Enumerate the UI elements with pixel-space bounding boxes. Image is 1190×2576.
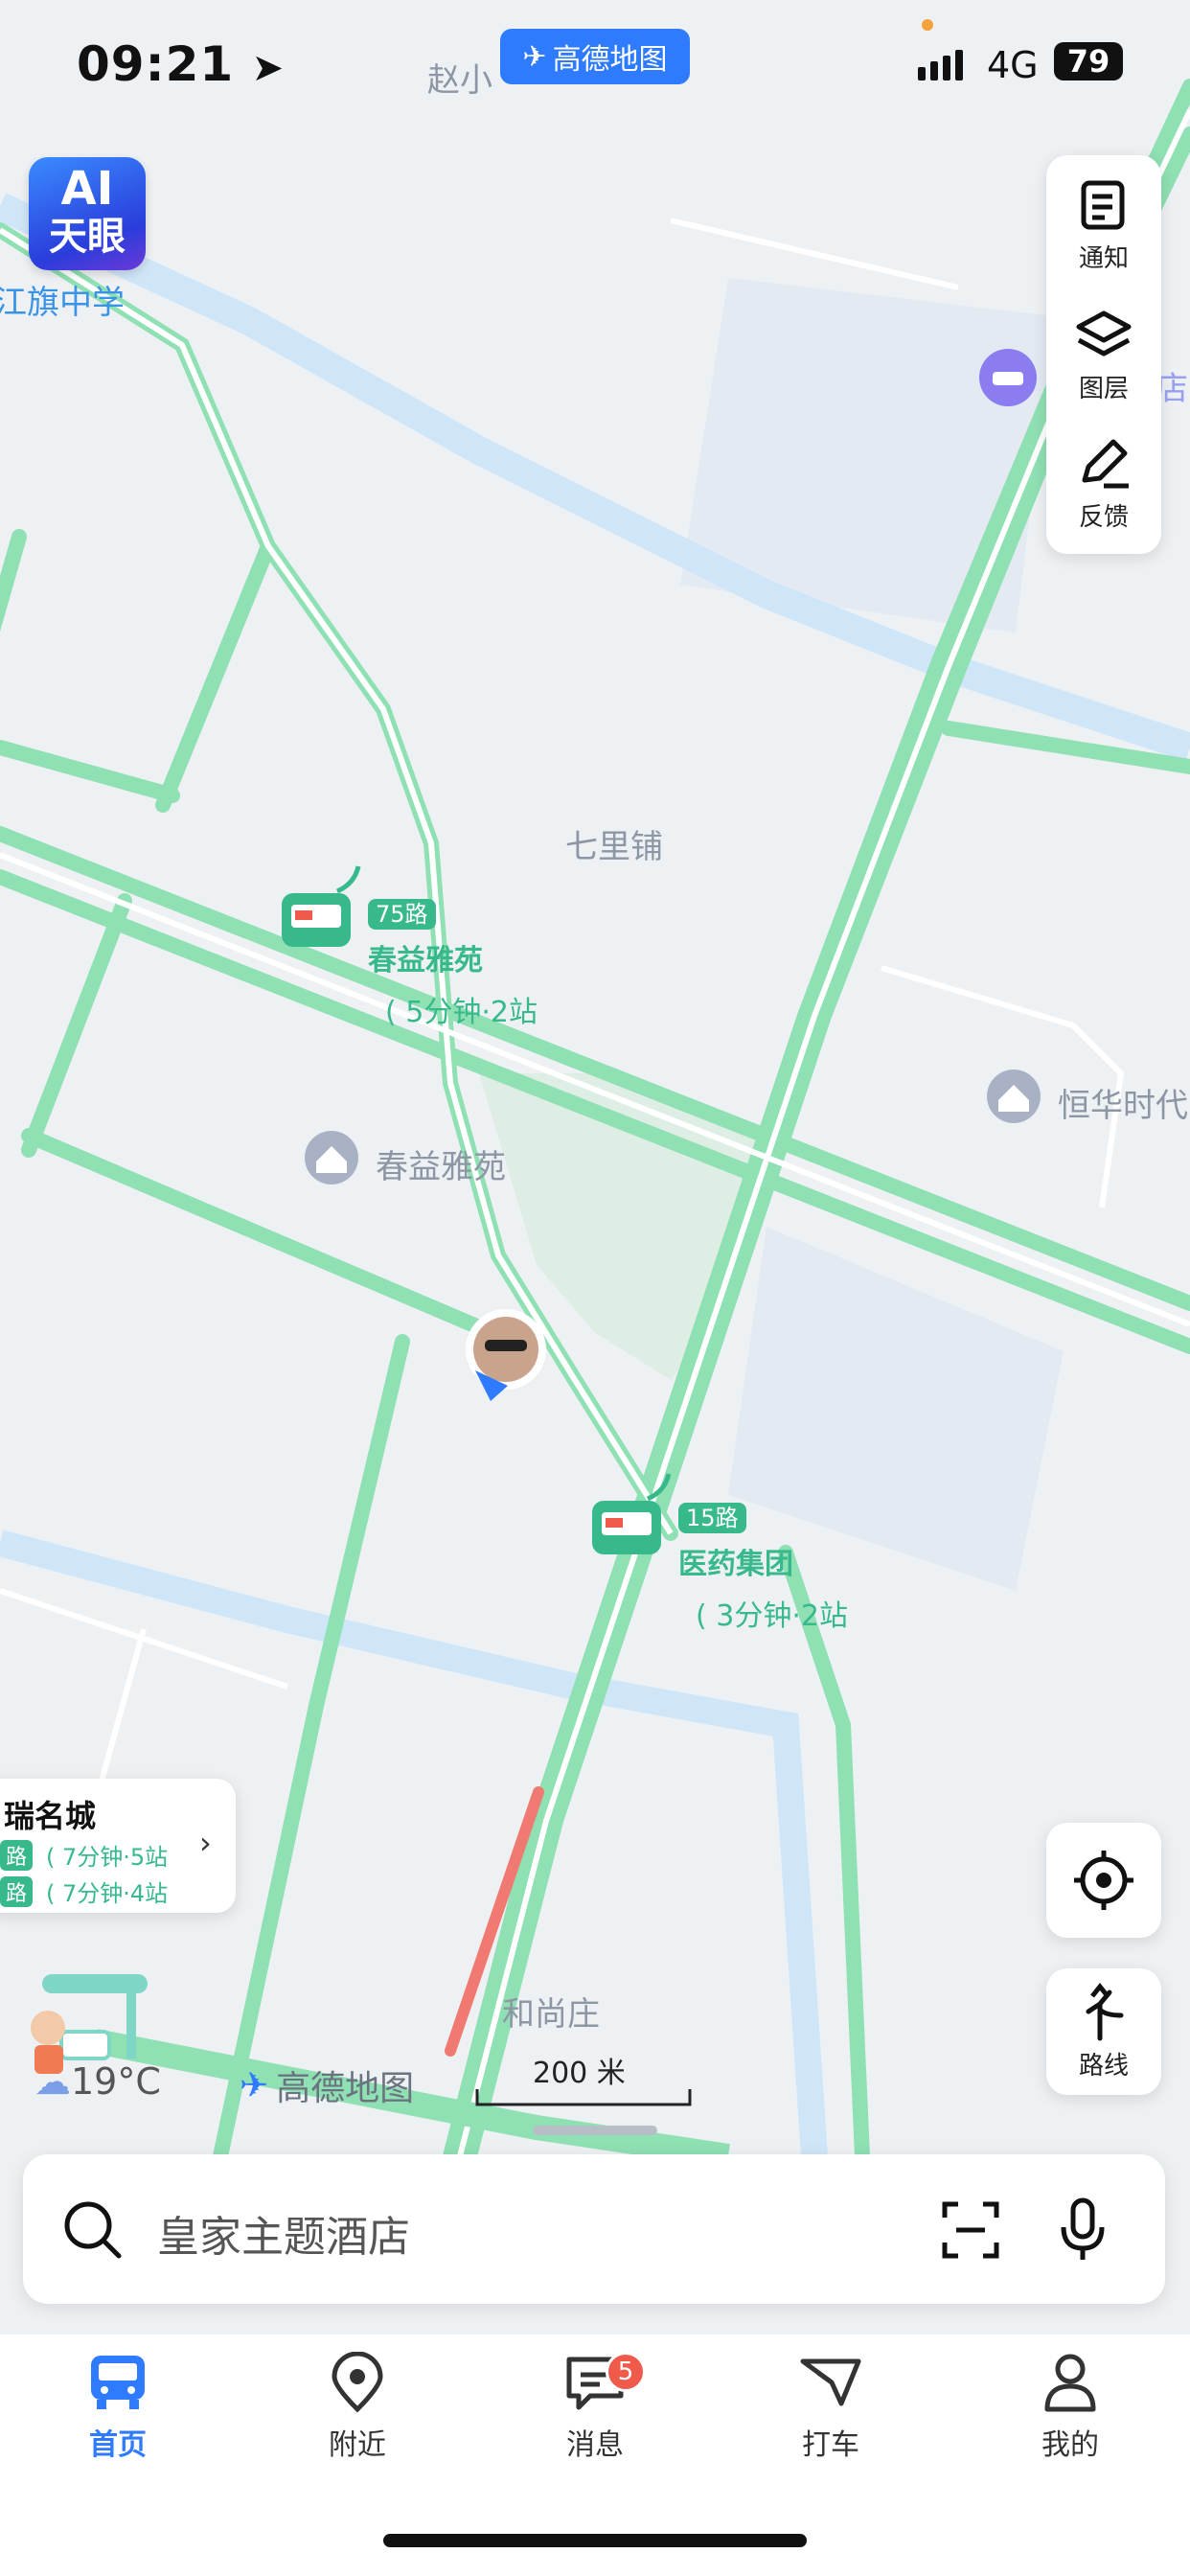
layers-button[interactable]: 图层 (1046, 291, 1161, 420)
bus-eta: ( 5分钟·2站 (385, 996, 538, 1029)
notice-button[interactable]: 通知 (1046, 161, 1161, 289)
route-label: 路线 (1078, 2051, 1129, 2081)
poi-house-icon[interactable] (305, 1131, 358, 1184)
notice-icon (1081, 180, 1125, 229)
feedback-button[interactable]: 反馈 (1046, 420, 1161, 548)
home-indicator[interactable] (383, 2534, 807, 2547)
status-time: 09:21 ➤ (77, 36, 286, 92)
profile-icon (1044, 2354, 1096, 2412)
crosshair-icon (1074, 1851, 1133, 1910)
location-pin-icon (332, 2352, 383, 2413)
ai-label: AI (60, 162, 114, 216)
app-badge[interactable]: ✈ 高德地图 (500, 29, 690, 84)
tab-nearby[interactable]: 附近 (286, 2352, 429, 2463)
bus-stop-name: 春益雅苑 (368, 944, 483, 978)
nearby-stop-title: 瑞名城 (4, 1798, 97, 1834)
place-label-chunyi[interactable]: 春益雅苑 (376, 1140, 506, 1187)
weather[interactable]: ☁19°C (34, 2060, 161, 2103)
app-badge-label: 高德地图 (552, 43, 668, 77)
locate-button[interactable] (1046, 1823, 1161, 1938)
cloud-icon: ☁ (34, 2060, 71, 2103)
poi-house-icon[interactable] (987, 1070, 1041, 1123)
bus-stop-15[interactable]: 15路 医药集团 ( 3分钟·2站 (678, 1499, 848, 1634)
scan-icon[interactable] (941, 2200, 1000, 2260)
route-arrow-icon (1086, 1982, 1124, 2040)
route-badge: 75路 (368, 899, 436, 930)
search-bar[interactable]: 皇家主题酒店 (23, 2154, 1165, 2304)
nearby-route-row: 路 ( 7分钟·5站 (0, 1838, 168, 1872)
privacy-dot (922, 19, 933, 31)
notice-label: 通知 (1078, 243, 1129, 273)
brand-label: 高德地图 (276, 2069, 415, 2108)
hotel-poi-icon[interactable] (979, 349, 1037, 406)
tab-label: 消息 (566, 2428, 624, 2462)
amap-logo-icon: ✈ (522, 39, 547, 74)
nearby-eta: ( 7分钟·4站 (46, 1880, 169, 1907)
bus-icon (91, 2356, 145, 2409)
tab-label: 打车 (802, 2428, 859, 2462)
microphone-icon[interactable] (1058, 2196, 1108, 2264)
taxi-icon (800, 2358, 861, 2406)
route-badge: 路 (0, 1839, 34, 1871)
place-label-heshangzhuang: 和尚庄 (502, 1995, 600, 2034)
amap-logo-icon: ✈ (240, 2065, 269, 2105)
ai-tianyan-button[interactable]: AI 天眼 (29, 157, 146, 270)
place-label: 赵小 (427, 61, 492, 100)
tab-label: 我的 (1041, 2428, 1099, 2462)
place-label-qilipu: 七里铺 (565, 828, 663, 866)
bus-stop-name: 医药集团 (678, 1548, 793, 1581)
bus-eta: ( 3分钟·2站 (696, 1599, 848, 1633)
search-placeholder: 皇家主题酒店 (157, 2213, 410, 2262)
scale-label: 200 米 (533, 2057, 626, 2090)
tianyan-label: 天眼 (49, 215, 126, 259)
nearby-stop-card[interactable]: 瑞名城 路 ( 7分钟·5站 路 ( 7分钟·4站 › (0, 1779, 236, 1913)
bus-stop-75[interactable]: 75路 春益雅苑 ( 5分钟·2站 (368, 895, 538, 1030)
layers-label: 图层 (1078, 374, 1129, 403)
feedback-label: 反馈 (1078, 502, 1129, 532)
amap-home-screen: 赵小 江旗中学 店 七里铺 春益雅苑 恒华时代 和尚庄 75路 春益雅苑 ( 5… (0, 0, 1190, 2576)
nearby-eta: ( 7分钟·5站 (46, 1844, 169, 1871)
tab-label: 首页 (89, 2428, 147, 2462)
temperature: 19°C (71, 2060, 161, 2103)
drag-handle[interactable] (533, 2126, 657, 2135)
battery-icon: 79 (1054, 42, 1123, 80)
feedback-icon (1082, 439, 1129, 488)
tab-home[interactable]: 首页 (46, 2352, 190, 2463)
tab-profile[interactable]: 我的 (998, 2352, 1142, 2463)
nearby-route-row: 路 ( 7分钟·4站 (0, 1874, 168, 1908)
tab-messages[interactable]: 5 消息 (523, 2352, 667, 2463)
route-button[interactable]: 路线 (1046, 1968, 1161, 2095)
tab-label: 附近 (329, 2428, 386, 2462)
map-tools-panel: 通知 图层 反馈 (1046, 155, 1161, 554)
map-brand: ✈ 高德地图 (240, 2060, 414, 2110)
signal-icon (918, 50, 963, 80)
network-type: 4G (987, 44, 1039, 86)
tab-taxi[interactable]: 打车 (759, 2352, 903, 2463)
message-count-badge: 5 (606, 2352, 646, 2392)
chevron-right-icon: › (199, 1825, 212, 1861)
place-label-henghua[interactable]: 恒华时代 (1058, 1079, 1188, 1126)
route-badge: 路 (0, 1875, 34, 1907)
layers-icon (1076, 310, 1132, 356)
route-badge: 15路 (678, 1503, 746, 1533)
place-label-school[interactable]: 江旗中学 (0, 276, 125, 323)
search-icon (64, 2201, 122, 2259)
location-arrow-icon: ➤ (251, 46, 286, 90)
